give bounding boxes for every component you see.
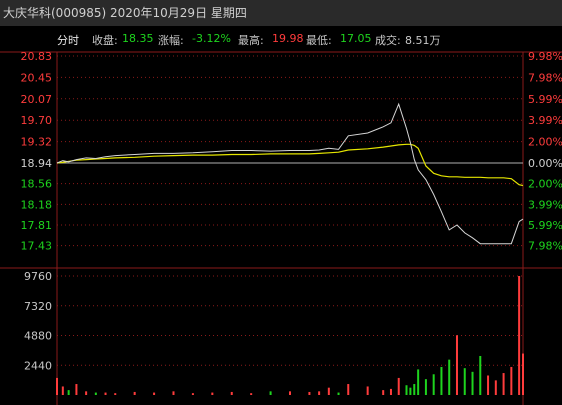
volume-bar — [133, 391, 136, 395]
volume-bar — [191, 393, 194, 395]
volume-bar — [440, 366, 443, 395]
price-tick-label: 17.81 — [21, 219, 53, 232]
chart-window: 大庆华科(000985) 2020年10月29日 星期四 分时 收盘: 18.3… — [0, 0, 562, 405]
volume-bar — [289, 391, 291, 395]
price-tick-label: 19.32 — [21, 136, 53, 149]
intraday-chart: 20.83 9.98% 20.45 7.98% 20.07 5.99% 19.70 3.99%… — [0, 50, 562, 405]
volume-tick-label: 7320 — [24, 300, 52, 313]
volume-bar — [308, 391, 311, 395]
percent-tick-label: 5.99% — [528, 93, 562, 106]
percent-tick-label: 9.98% — [528, 50, 562, 63]
volume-bar — [479, 355, 482, 395]
price-tick-label: 17.43 — [21, 240, 53, 253]
volume-bar — [471, 371, 474, 395]
percent-tick-label: 7.98% — [528, 71, 562, 84]
percent-tick-label: 3.99% — [528, 198, 562, 211]
volume-bar — [67, 390, 70, 395]
volume-bar — [153, 392, 156, 395]
volume-bar — [409, 387, 412, 395]
volume-bar — [61, 386, 64, 395]
volume-bar — [114, 393, 117, 395]
volume-bar — [502, 373, 505, 395]
volume-bar — [382, 390, 385, 395]
percent-tick-label: 7.98% — [528, 240, 562, 253]
percent-tick-label: 5.99% — [528, 219, 562, 232]
volume-tick-label: 2440 — [24, 359, 52, 372]
volume-bar — [432, 374, 435, 395]
volume-bar — [347, 384, 350, 395]
price-tick-label: 19.70 — [21, 114, 53, 127]
volume-bar — [494, 380, 497, 395]
volume-bar — [405, 385, 408, 395]
price-tick-label: 20.45 — [21, 71, 53, 84]
volume-bar — [487, 375, 490, 395]
percent-tick-label: 0.00% — [528, 157, 562, 170]
volume-bar — [389, 388, 392, 395]
percent-tick-label: 2.00% — [528, 178, 562, 191]
volume-bar — [518, 276, 521, 395]
volume-bar — [413, 384, 416, 395]
volume-bar — [318, 391, 321, 395]
volume-bar — [230, 391, 233, 395]
volume-bar — [327, 387, 330, 395]
volume-bar — [463, 368, 466, 395]
volume-bar — [417, 369, 420, 395]
volume-tick-label: 9760 — [24, 270, 52, 283]
volume-bar — [172, 391, 175, 395]
volume-bar — [250, 393, 253, 395]
volume-bar — [56, 377, 58, 395]
volume-tick-label: 4880 — [24, 330, 52, 343]
volume-bar — [337, 392, 340, 395]
volume-bar — [510, 366, 513, 395]
volume-bar — [424, 379, 427, 395]
volume-bar — [211, 392, 214, 395]
volume-bar — [522, 353, 524, 395]
price-line — [56, 102, 524, 245]
price-tick-label: 18.18 — [21, 198, 53, 211]
volume-bar — [75, 384, 78, 395]
price-tick-label: 20.07 — [21, 93, 53, 106]
volume-bar — [94, 392, 97, 395]
volume-bar — [85, 391, 88, 395]
volume-bar — [455, 335, 458, 395]
volume-bar — [104, 392, 107, 395]
price-tick-label: 18.94 — [21, 157, 53, 170]
percent-tick-label: 3.99% — [528, 114, 562, 127]
volume-bar — [366, 386, 369, 395]
volume-bar — [269, 391, 272, 395]
price-tick-label: 18.56 — [21, 178, 53, 191]
volume-bar — [397, 377, 400, 395]
price-tick-label: 20.83 — [21, 50, 53, 63]
percent-tick-label: 2.00% — [528, 136, 562, 149]
volume-bar — [448, 359, 451, 395]
